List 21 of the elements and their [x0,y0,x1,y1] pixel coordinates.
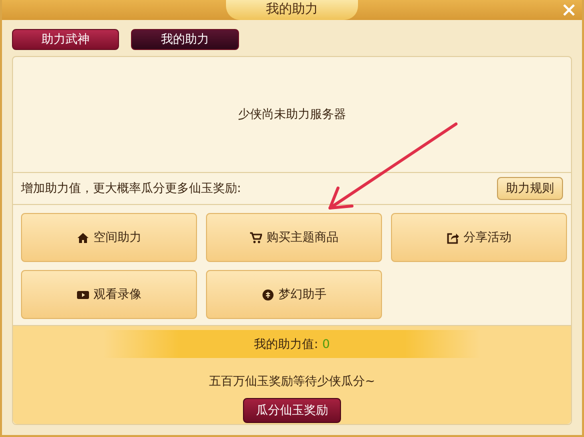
play-icon [76,288,88,300]
action-button[interactable]: 观看录像 [21,270,197,319]
reward-message: 五百万仙玉奖励等待少侠瓜分~ [208,373,376,390]
assistant-icon [262,288,274,300]
action-button[interactable]: 购买主题商品 [206,213,382,262]
action-button[interactable]: 分享活动 [391,213,567,262]
close-icon[interactable] [562,3,576,17]
home-icon [76,232,88,244]
action-button[interactable]: 梦幻助手 [206,270,382,319]
window-title: 我的助力 [226,0,358,20]
action-button[interactable]: 空间助力 [21,213,197,262]
status-message: 少侠尚未助力服务器 [238,106,346,123]
value-label: 我的助力值: [254,336,318,352]
tab[interactable]: 我的助力 [131,29,239,50]
rules-button[interactable]: 助力规则 [497,177,563,200]
share-icon [446,232,458,244]
tab[interactable]: 助力武神 [12,29,119,50]
claim-button[interactable]: 瓜分仙玉奖励 [243,398,341,423]
hint-text: 增加助力值，更大概率瓜分更多仙玉奖励: [21,180,242,197]
value-number: 0 [322,337,330,351]
cart-icon [250,232,262,244]
